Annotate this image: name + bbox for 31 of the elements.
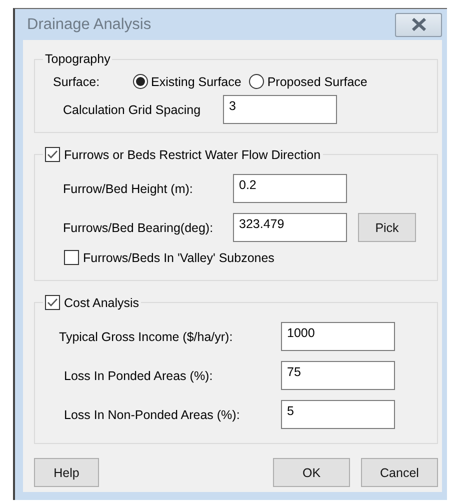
- pick-button[interactable]: Pick: [358, 213, 416, 242]
- checkbox[interactable]: [45, 147, 60, 162]
- close-button[interactable]: [395, 12, 442, 36]
- close-icon: [410, 18, 426, 31]
- checkbox[interactable]: [64, 250, 79, 265]
- input-field[interactable]: 0.2: [233, 174, 347, 203]
- field-label: Calculation Grid Spacing: [63, 102, 202, 116]
- radio-option[interactable]: Proposed Surface: [249, 74, 368, 89]
- field-label: Loss In Ponded Areas (%):: [64, 368, 214, 382]
- checkbox-option[interactable]: Furrows or Beds Restrict Water Flow Direction: [45, 147, 321, 162]
- checkbox[interactable]: [45, 295, 60, 310]
- input-field[interactable]: 1000: [281, 322, 395, 351]
- input-field[interactable]: 3: [223, 95, 337, 124]
- field-label: Loss In Non-Ponded Areas (%):: [64, 408, 241, 422]
- field-label: Furrow/Bed Height (m):: [63, 182, 194, 196]
- dialog-button[interactable]: OK: [273, 458, 350, 487]
- dialog-button[interactable]: Help: [34, 458, 99, 487]
- input-field[interactable]: 75: [281, 361, 395, 390]
- input-field[interactable]: 5: [281, 400, 395, 429]
- dialog-button[interactable]: Cancel: [361, 458, 438, 487]
- group-title: Topography: [44, 52, 112, 66]
- checkbox-option[interactable]: Furrows/Beds In 'Valley' Subzones: [64, 250, 274, 265]
- window-title: Drainage Analysis: [27, 16, 152, 34]
- radio-option[interactable]: Existing Surface: [133, 74, 242, 89]
- field-label: Typical Gross Income ($/ha/yr):: [59, 330, 234, 344]
- input-field[interactable]: 323.479: [233, 213, 347, 242]
- checkbox-option[interactable]: Cost Analysis: [45, 295, 140, 310]
- radio-button[interactable]: [249, 74, 264, 89]
- radio-button[interactable]: [133, 74, 148, 89]
- field-label: Surface:: [53, 74, 101, 88]
- field-label: Furrows/Bed Bearing(deg):: [63, 220, 214, 234]
